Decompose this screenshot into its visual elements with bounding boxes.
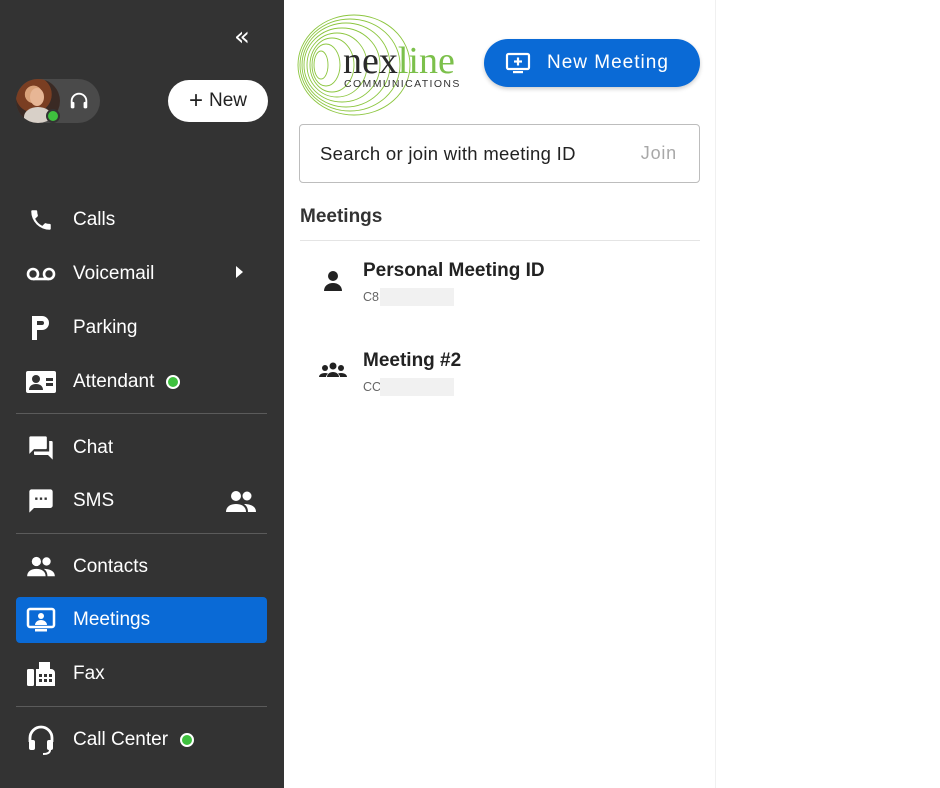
sidebar-item-label: SMS bbox=[73, 490, 115, 511]
sidebar-item-label: Fax bbox=[73, 663, 105, 684]
plus-icon: + bbox=[188, 87, 203, 114]
presence-pill[interactable] bbox=[16, 79, 100, 123]
sidebar-item-attendant[interactable]: Attendant bbox=[16, 359, 267, 405]
sidebar-item-label: Calls bbox=[73, 209, 116, 230]
new-meeting-icon bbox=[505, 52, 531, 74]
chat-icon bbox=[25, 432, 57, 464]
meeting-title: Meeting #2 bbox=[363, 350, 462, 371]
sidebar-item-voicemail[interactable]: Voicemail bbox=[16, 251, 267, 297]
parking-icon bbox=[25, 312, 57, 344]
attendant-icon bbox=[25, 366, 57, 398]
online-status-icon bbox=[46, 109, 60, 123]
person-icon bbox=[324, 271, 342, 291]
sidebar-item-label: Call Center bbox=[73, 729, 169, 750]
status-indicator-icon bbox=[180, 733, 195, 747]
headset-icon[interactable] bbox=[68, 90, 90, 112]
sidebar-item-call-center[interactable]: Call Center bbox=[16, 717, 267, 763]
sidebar: « + New Calls Voicemail Parking Attendan… bbox=[0, 0, 284, 788]
sidebar-item-chat[interactable]: Chat bbox=[16, 425, 267, 471]
meeting-search-input[interactable] bbox=[320, 142, 620, 165]
voicemail-icon bbox=[25, 258, 57, 290]
sidebar-item-label: Contacts bbox=[73, 556, 148, 577]
chevron-right-icon[interactable] bbox=[236, 266, 243, 278]
meeting-search-box: Join bbox=[299, 124, 700, 183]
new-meeting-label: New Meeting bbox=[547, 52, 669, 73]
logo-wordmark-green: line bbox=[397, 40, 455, 82]
join-button[interactable]: Join bbox=[641, 143, 677, 164]
meeting-list-item[interactable]: Meeting #2 CC bbox=[300, 336, 700, 406]
sidebar-item-fax[interactable]: Fax bbox=[16, 651, 267, 697]
meeting-id: CC bbox=[363, 380, 382, 394]
contacts-icon bbox=[25, 551, 57, 583]
sidebar-item-label: Voicemail bbox=[73, 263, 155, 284]
sidebar-item-label: Parking bbox=[73, 317, 138, 338]
status-indicator-icon bbox=[166, 375, 181, 389]
new-meeting-button[interactable]: New Meeting bbox=[484, 39, 700, 87]
phone-icon bbox=[25, 204, 57, 236]
logo-wordmark-dark: nex bbox=[343, 40, 398, 82]
sidebar-divider bbox=[16, 706, 267, 707]
sidebar-item-sms[interactable]: SMS bbox=[16, 478, 267, 524]
meetings-icon bbox=[25, 604, 57, 636]
sms-icon bbox=[25, 485, 57, 517]
group-icon bbox=[319, 362, 347, 377]
sidebar-item-calls[interactable]: Calls bbox=[16, 197, 267, 243]
headset-icon bbox=[25, 724, 57, 756]
app-window: « + New Calls Voicemail Parking Attendan… bbox=[0, 0, 940, 788]
logo-wordmark: nexline bbox=[343, 40, 455, 82]
meeting-list-item[interactable]: Personal Meeting ID C8 bbox=[300, 246, 700, 316]
meetings-section-title: Meetings bbox=[300, 206, 383, 227]
sidebar-item-label: Chat bbox=[73, 437, 114, 458]
sidebar-divider bbox=[16, 413, 267, 414]
sidebar-item-meetings[interactable]: Meetings bbox=[16, 597, 267, 643]
sidebar-divider bbox=[16, 533, 267, 534]
avatar-face bbox=[30, 88, 44, 106]
redacted-meeting-id bbox=[380, 378, 454, 396]
sidebar-item-parking[interactable]: Parking bbox=[16, 305, 267, 351]
section-divider bbox=[300, 240, 700, 241]
new-button[interactable]: + New bbox=[168, 80, 268, 122]
sidebar-item-label: Attendant bbox=[73, 371, 155, 392]
group-icon[interactable] bbox=[225, 486, 257, 516]
fax-icon bbox=[25, 658, 57, 690]
logo-subtitle: COMMUNICATIONS bbox=[344, 78, 461, 90]
meeting-id: C8 bbox=[363, 290, 379, 304]
new-button-label: New bbox=[209, 90, 248, 111]
sidebar-item-contacts[interactable]: Contacts bbox=[16, 544, 267, 590]
redacted-meeting-id bbox=[380, 288, 454, 306]
collapse-sidebar-icon[interactable]: « bbox=[228, 22, 256, 52]
meeting-title: Personal Meeting ID bbox=[363, 260, 545, 281]
sidebar-item-label: Meetings bbox=[73, 609, 151, 630]
